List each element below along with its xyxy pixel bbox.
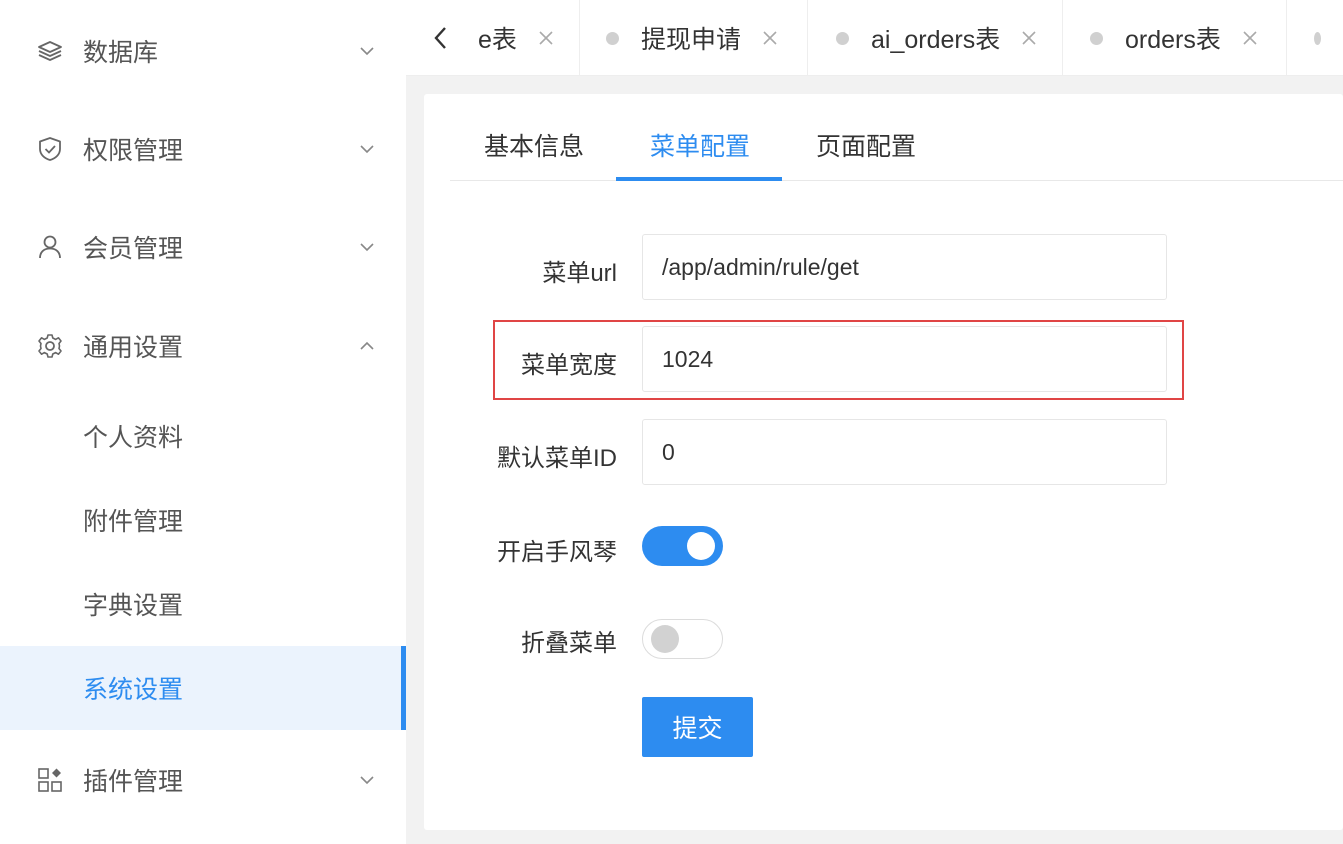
- apps-icon: [36, 766, 64, 794]
- content-tabs: 基本信息 菜单配置 页面配置: [450, 94, 1343, 181]
- menu-url-label: 菜单url: [542, 260, 617, 287]
- tab-item[interactable]: e表: [476, 0, 578, 75]
- active-tab-indicator: [616, 177, 782, 181]
- tab-basic-info[interactable]: 基本信息: [484, 127, 584, 163]
- tab-item[interactable]: 提现申请: [579, 0, 808, 75]
- chevron-up-icon: [356, 335, 378, 357]
- status-dot: [1090, 31, 1103, 45]
- chevron-down-icon: [356, 236, 378, 258]
- sidebar-item-permissions[interactable]: 权限管理: [0, 107, 406, 191]
- sidebar-item-label: 字典设置: [83, 592, 184, 620]
- sidebar-item-label: 数据库: [83, 39, 159, 67]
- collapse-menu-label: 折叠菜单: [521, 630, 617, 657]
- status-dot: [836, 31, 849, 45]
- status-dot: [606, 31, 619, 45]
- accordion-toggle[interactable]: [642, 526, 723, 566]
- layers-icon: [36, 37, 64, 65]
- sidebar-item-label: 权限管理: [83, 137, 184, 165]
- status-dot: [1314, 31, 1321, 45]
- toggle-knob: [687, 532, 715, 560]
- sidebar-item-label: 会员管理: [83, 235, 184, 263]
- sidebar-item-database[interactable]: 数据库: [0, 9, 406, 93]
- sidebar-item-label: 个人资料: [83, 424, 184, 452]
- sidebar-item-plugins[interactable]: 插件管理: [0, 738, 406, 822]
- tab-label: 提现申请: [641, 26, 742, 54]
- user-icon: [36, 233, 64, 261]
- chevron-down-icon: [356, 769, 378, 791]
- gear-icon: [36, 332, 64, 360]
- sidebar-item-label: 通用设置: [83, 334, 184, 362]
- close-icon[interactable]: [535, 27, 557, 49]
- chevron-down-icon: [356, 138, 378, 160]
- sidebar-item-attachments[interactable]: 附件管理: [0, 478, 406, 562]
- sidebar-item-profile[interactable]: 个人资料: [0, 394, 406, 478]
- tab-label: orders表: [1125, 26, 1221, 54]
- default-menu-id-input[interactable]: 0: [642, 419, 1167, 485]
- tab-menu-config[interactable]: 菜单配置: [650, 127, 750, 163]
- toggle-knob: [651, 625, 679, 653]
- chevron-down-icon: [356, 40, 378, 62]
- sidebar-item-members[interactable]: 会员管理: [0, 205, 406, 289]
- sidebar-item-label: 附件管理: [83, 508, 184, 536]
- accordion-label: 开启手风琴: [497, 539, 617, 566]
- close-icon[interactable]: [1239, 27, 1261, 49]
- menu-width-label: 菜单宽度: [521, 352, 617, 379]
- sidebar-item-dictionary[interactable]: 字典设置: [0, 562, 406, 646]
- menu-url-input[interactable]: /app/admin/rule/get: [642, 234, 1167, 300]
- tab-bar: e表 提现申请 ai_orders表 orders表: [406, 0, 1343, 76]
- submit-button[interactable]: 提交: [642, 697, 753, 757]
- tab-item[interactable]: orders表: [1062, 0, 1287, 75]
- sidebar-item-label: 插件管理: [83, 768, 184, 796]
- tab-page-config[interactable]: 页面配置: [816, 127, 916, 163]
- tab-item[interactable]: [1286, 0, 1343, 75]
- tab-label: ai_orders表: [871, 26, 1001, 54]
- shield-check-icon: [36, 135, 64, 163]
- sidebar: 数据库 权限管理 会员管理 通用设置 个人资料 附件管理 字典设置 系统设置 插…: [0, 0, 406, 844]
- menu-width-input[interactable]: 1024: [642, 326, 1167, 392]
- close-icon[interactable]: [759, 27, 781, 49]
- close-icon[interactable]: [1018, 27, 1040, 49]
- content-card: 基本信息 菜单配置 页面配置 菜单url /app/admin/rule/get…: [424, 94, 1343, 830]
- tab-label: e表: [478, 26, 517, 54]
- chevron-left-icon[interactable]: [426, 20, 456, 56]
- collapse-menu-toggle[interactable]: [642, 619, 723, 659]
- default-menu-id-label: 默认菜单ID: [497, 445, 617, 472]
- sidebar-item-system-settings[interactable]: 系统设置: [0, 646, 406, 730]
- tab-item[interactable]: ai_orders表: [807, 0, 1063, 75]
- sidebar-item-general-settings[interactable]: 通用设置: [0, 304, 406, 388]
- sidebar-item-label: 系统设置: [83, 676, 184, 704]
